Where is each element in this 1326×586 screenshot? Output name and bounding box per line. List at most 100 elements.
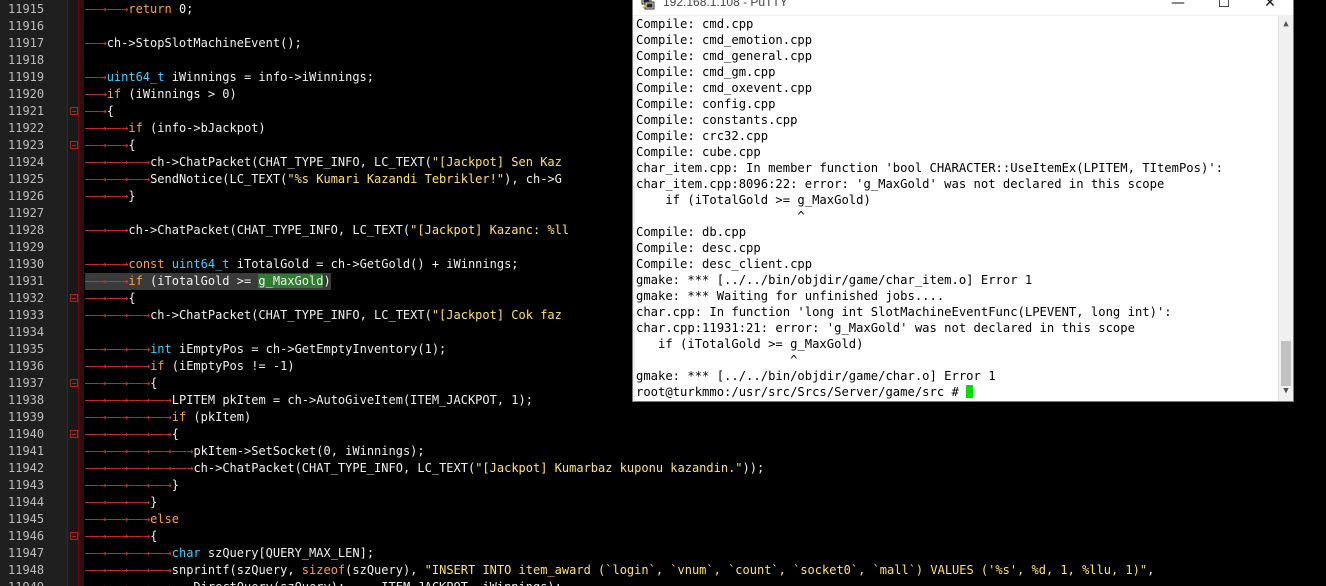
code-line[interactable]: 11940 ——→——→——→——→{ [0, 426, 1326, 443]
code-line[interactable]: 11941 ——→——→——→——→——→pkItem->SetSocket(0,… [0, 443, 1326, 460]
terminal-text: Compile: desc.cpp [636, 241, 761, 255]
close-icon[interactable]: ✕ [1247, 0, 1293, 15]
code-line[interactable]: 11945 ——→——→——→else [0, 511, 1326, 528]
line-number: 11944 [8, 495, 45, 509]
code-token: g_MaxGold [258, 274, 324, 288]
terminal-scrollbar[interactable]: ▲ ▼ [1278, 16, 1293, 401]
tab-arrow-icon: ——→ [85, 308, 107, 322]
code-line[interactable]: 11946 ——→——→——→{ [0, 528, 1326, 545]
code-token: } [150, 495, 158, 509]
code-token: 0; [171, 2, 194, 16]
code-token: "[Jackpot] Kumarbaz kuponu kazandin." [475, 461, 743, 475]
code-text: ——→——→——→if (iEmptyPos != -1) [85, 358, 295, 375]
terminal-text: char.cpp: In function 'long int SlotMach… [636, 305, 1172, 319]
code-line[interactable]: 11942 ——→——→——→——→——→ch->ChatPacket(CHAT_… [0, 460, 1326, 477]
shell-prompt: root@turkmmo:/usr/src/Srcs/Server/game/s… [636, 384, 974, 400]
code-line[interactable]: 11947 ——→——→——→——→char szQuery[QUERY_MAX_… [0, 545, 1326, 562]
line-number: 11918 [8, 53, 45, 67]
terminal-line: ^ [636, 352, 797, 368]
terminal-line: Compile: cmd_oxevent.cpp [636, 80, 812, 96]
tab-arrow-icon: ——→ [150, 444, 172, 458]
code-token: { [150, 529, 158, 543]
code-text: ——→——→——→{ [85, 375, 157, 392]
minimize-icon[interactable]: — [1155, 0, 1201, 15]
code-text: ——→——→if (info->bJackpot) [85, 120, 266, 137]
tab-arrow-icon: ——→ [128, 478, 151, 492]
code-line[interactable]: 11949——→——→——→——→...DirectQuery(szQuery)… [0, 579, 1326, 586]
putty-app-icon [641, 0, 655, 10]
tab-arrow-icon: ——→ [128, 529, 151, 543]
terminal-text: Compile: cmd_emotion.cpp [636, 33, 813, 47]
terminal-text: Compile: cmd_gm.cpp [636, 65, 776, 79]
code-text: ——→——→——→——→——→ch->ChatPacket(CHAT_TYPE_… [85, 460, 764, 477]
fold-collapse-icon[interactable] [70, 532, 78, 540]
line-number: 11935 [8, 342, 45, 356]
line-number: 11945 [8, 512, 45, 526]
code-line[interactable]: 11948 ——→——→——→——→snprintf(szQuery, sizeo… [0, 562, 1326, 579]
tab-arrow-icon: ——→ [85, 36, 107, 50]
code-text: ——→ch->StopSlotMachineEvent(); [85, 35, 302, 52]
code-token: if [150, 359, 165, 373]
code-text: ——→——→{ [85, 290, 136, 307]
code-text: ——→uint64_t iWinnings = info->iWinnings; [85, 69, 374, 86]
tab-arrow-icon: ——→ [85, 223, 107, 237]
code-token: ), ch->G [504, 172, 562, 186]
terminal-line: if (iTotalGold >= g_MaxGold) [636, 192, 870, 208]
tab-arrow-icon: ——→ [106, 461, 129, 475]
putty-title-bar[interactable]: 192.168.1.108 - PuTTY — ☐ ✕ [633, 0, 1293, 15]
fold-collapse-icon[interactable] [70, 430, 78, 438]
scrollbar-thumb[interactable] [1281, 341, 1291, 386]
code-text: ——→——→——→} [85, 494, 157, 511]
code-text: ——→——→——→int iEmptyPos = ch->GetEmptyInv… [85, 341, 446, 358]
fold-collapse-icon[interactable] [70, 107, 78, 115]
tab-arrow-icon: ——→ [85, 189, 107, 203]
tab-arrow-icon: ——→ [106, 155, 129, 169]
code-token: ch->ChatPacket(CHAT_TYPE_INFO, LC_TEXT( [128, 223, 411, 237]
scroll-up-icon[interactable]: ▲ [1279, 16, 1293, 32]
tab-arrow-icon: ——→ [128, 427, 151, 441]
code-line[interactable]: 11944 ——→——→——→} [0, 494, 1326, 511]
line-number: 11923 [8, 138, 45, 152]
terminal-output[interactable]: Compile: cmd.cpp Compile: cmd_emotion.cpp… [635, 16, 1278, 401]
code-text: ——→——→} [85, 188, 136, 205]
line-number: 11925 [8, 172, 45, 186]
code-token: } [128, 189, 136, 203]
fold-collapse-icon[interactable] [70, 141, 78, 149]
terminal-line: Compile: config.cpp [636, 96, 775, 112]
code-line[interactable]: 11943 ——→——→——→——→} [0, 477, 1326, 494]
tab-arrow-icon: ——→ [106, 444, 129, 458]
terminal-line: gmake: *** [../../bin/objdir/game/char.o… [636, 368, 996, 384]
putty-window[interactable]: 192.168.1.108 - PuTTY — ☐ ✕ Compile: cmd… [632, 0, 1294, 402]
tab-arrow-icon: ——→ [85, 393, 107, 407]
code-token: uint64_t [171, 257, 230, 271]
terminal-line: gmake: *** Waiting for unfinished jobs..… [636, 288, 944, 304]
code-text: ——→if (iWinnings > 0) [85, 86, 237, 103]
tab-arrow-icon: ——→ [85, 70, 107, 84]
scroll-down-icon[interactable]: ▼ [1279, 383, 1293, 399]
tab-arrow-icon: ——→ [85, 376, 107, 390]
code-token: iTotalGold = ch->GetGold() + iWinnings; [229, 257, 519, 271]
tab-arrow-icon: ——→ [106, 410, 129, 424]
tab-arrow-icon: ——→ [106, 478, 129, 492]
fold-collapse-icon[interactable] [70, 379, 78, 387]
code-token: const [128, 257, 165, 271]
tab-arrow-icon: ——→ [85, 172, 107, 186]
line-number: 11924 [8, 155, 45, 169]
tab-arrow-icon: ——→ [85, 257, 107, 271]
code-line[interactable]: 11939 ——→——→——→——→if (pkItem) [0, 409, 1326, 426]
terminal-line: char.cpp: In function 'long int SlotMach… [636, 304, 1172, 320]
code-token: (iWinnings > 0) [121, 87, 237, 101]
tab-arrow-icon: ——→ [128, 546, 151, 560]
tab-arrow-icon: ——→ [106, 427, 129, 441]
terminal-text: char_item.cpp:8096:22: error: 'g_MaxGold… [636, 177, 1165, 191]
tab-arrow-icon: ——→ [106, 138, 129, 152]
line-number: 11947 [8, 546, 45, 560]
fold-collapse-icon[interactable] [70, 294, 78, 302]
line-number: 11930 [8, 257, 45, 271]
terminal-text: if (iTotalGold >= g_MaxGold) [636, 337, 864, 351]
tab-arrow-icon: ——→ [128, 461, 151, 475]
code-text: ——→——→——→{ [85, 528, 157, 545]
line-number: 11948 [8, 563, 45, 577]
maximize-icon[interactable]: ☐ [1201, 0, 1247, 15]
